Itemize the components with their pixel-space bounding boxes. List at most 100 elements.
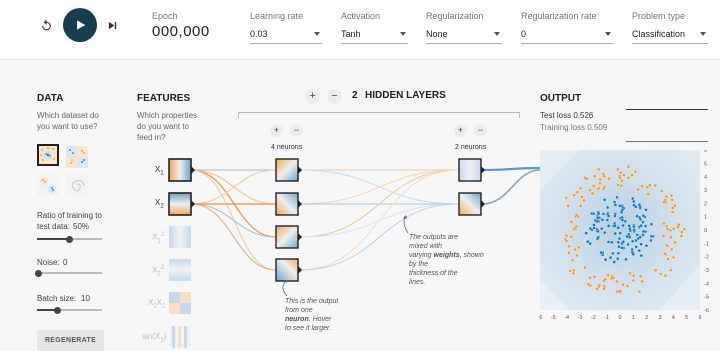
data-point-orange <box>648 183 652 187</box>
data-point-orange <box>631 278 635 283</box>
data-point-orange <box>671 206 675 210</box>
data-point-blue <box>641 233 645 237</box>
x-tick-label: -4 <box>564 315 569 320</box>
data-point-blue <box>605 205 610 210</box>
data-point-blue <box>597 211 601 216</box>
data-point-orange <box>580 195 584 199</box>
y-tick-label: -1 <box>704 241 709 247</box>
data-point-blue <box>638 217 643 222</box>
hidden-layer1-neuron-3 <box>275 225 299 249</box>
link-x2-h3 <box>190 203 277 238</box>
x-tick-label: -2 <box>591 315 596 320</box>
hidden-layer2-neuron-2 <box>458 192 482 216</box>
input-node-x2 <box>168 192 192 216</box>
data-point-blue <box>600 218 605 222</box>
data-point-blue <box>596 236 600 240</box>
data-point-blue <box>613 214 617 218</box>
data-point-blue <box>596 216 600 220</box>
data-point-orange <box>583 265 587 270</box>
x-tick-label: -6 <box>539 315 542 320</box>
layer2-add-neuron-button[interactable]: + <box>454 124 467 137</box>
data-point-orange <box>663 274 668 278</box>
y-tick-label: 2 <box>704 201 707 207</box>
layer1-remove-neuron-button[interactable]: − <box>290 124 303 137</box>
input-node-x1-squared <box>169 226 191 248</box>
data-point-orange <box>597 186 601 191</box>
data-point-orange <box>662 221 666 226</box>
data-point-orange <box>621 283 625 287</box>
data-point-blue <box>639 242 643 246</box>
data-point-blue <box>615 195 619 199</box>
data-point-orange <box>607 177 611 181</box>
data-point-blue <box>649 222 654 226</box>
data-point-blue <box>603 231 607 235</box>
data-point-orange <box>670 247 674 251</box>
data-point-orange <box>672 227 676 231</box>
data-point-blue <box>638 205 642 209</box>
data-point-blue <box>605 218 610 222</box>
data-point-orange <box>609 276 614 281</box>
test-loss-value: 0.526 <box>573 111 594 120</box>
data-point-blue <box>591 212 596 216</box>
training-loss: Training loss 0.509 <box>540 123 608 132</box>
data-point-blue <box>601 212 606 216</box>
data-point-orange <box>669 193 674 198</box>
remove-layer-button[interactable]: − <box>327 89 342 104</box>
y-tick-label: 3 <box>704 188 707 194</box>
data-point-blue <box>595 219 599 224</box>
data-point-orange <box>668 228 672 233</box>
data-point-orange <box>582 198 586 202</box>
x-tick-label: 2 <box>645 315 648 320</box>
data-point-blue <box>638 235 642 239</box>
data-point-blue <box>621 223 625 228</box>
data-point-orange <box>597 167 601 172</box>
data-point-orange <box>620 179 624 183</box>
data-point-blue <box>599 250 603 255</box>
data-point-blue <box>632 225 636 229</box>
data-point-orange <box>653 183 657 188</box>
x-tick-label: 6 <box>698 315 701 320</box>
data-point-orange <box>564 239 569 243</box>
data-point-blue <box>612 260 616 264</box>
data-point-orange <box>663 252 667 256</box>
data-point-blue <box>602 198 607 202</box>
y-tick-label: 0 <box>704 228 707 234</box>
data-point-orange <box>590 191 595 195</box>
data-point-blue <box>649 238 653 243</box>
data-point-orange <box>593 174 597 178</box>
hidden-layers-title: HIDDEN LAYERS <box>365 90 446 101</box>
data-point-blue <box>635 233 639 237</box>
output-heatmap: 6 5 4 3 2 1 0 -1 -2 -3 -4 -5 -6 -6 -5 -4 -3 -2 -1 0 1 2 3 4 5 6 <box>539 150 709 320</box>
data-point-orange <box>679 234 684 238</box>
layer2-remove-neuron-button[interactable]: − <box>474 124 487 137</box>
data-point-blue <box>632 199 636 204</box>
data-point-orange <box>665 224 669 228</box>
data-point-orange <box>664 243 669 248</box>
data-point-orange <box>680 230 684 234</box>
data-point-orange <box>592 184 596 188</box>
data-point-blue <box>649 234 654 238</box>
data-point-blue <box>630 247 634 252</box>
data-point-orange <box>619 171 623 175</box>
output-title: OUTPUT <box>540 93 582 104</box>
data-point-blue <box>632 228 636 232</box>
layer1-neuron-count: 4 neurons <box>271 144 303 151</box>
data-point-blue <box>586 239 590 244</box>
x-tick-label: -1 <box>604 315 609 320</box>
layer1-add-neuron-button[interactable]: + <box>270 124 283 137</box>
data-point-blue <box>588 242 592 246</box>
add-layer-button[interactable]: + <box>305 89 320 104</box>
link-h2-o1 <box>298 169 460 205</box>
hidden-layers-count: 2 <box>352 90 358 101</box>
test-loss: Test loss 0.526 <box>540 111 594 120</box>
data-point-orange <box>618 176 622 180</box>
data-point-orange <box>595 287 599 291</box>
data-point-orange <box>569 235 573 239</box>
data-point-blue <box>606 214 611 218</box>
data-point-blue <box>612 200 617 204</box>
data-point-orange <box>569 220 573 224</box>
data-point-blue <box>617 245 621 249</box>
data-point-orange <box>671 255 676 260</box>
x-axis-ticks: -6 -5 -4 -3 -2 -1 0 1 2 3 4 5 6 <box>539 315 702 320</box>
data-point-orange <box>598 181 602 186</box>
